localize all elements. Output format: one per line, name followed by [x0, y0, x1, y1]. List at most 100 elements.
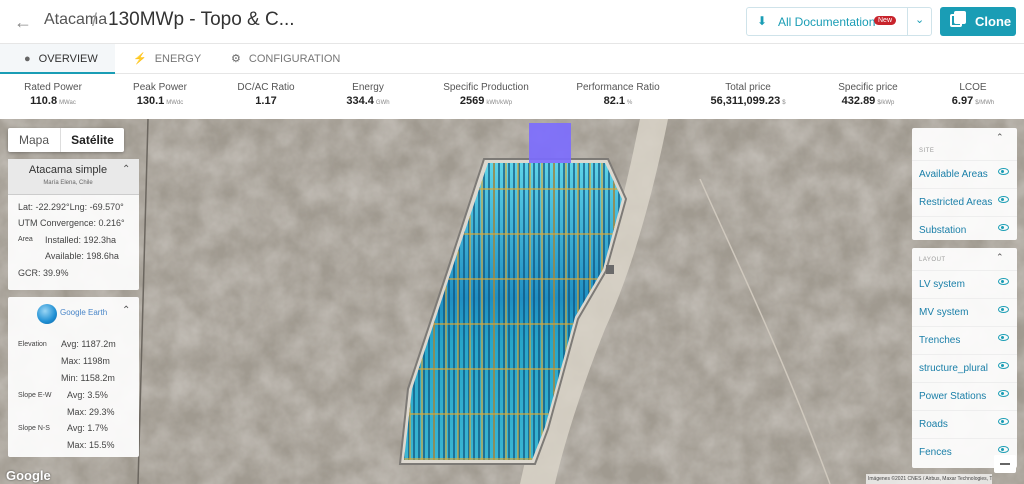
- zoom-out-button[interactable]: [994, 455, 1016, 473]
- layer-label: structure_plural: [919, 363, 988, 374]
- layer-label: LV system: [919, 279, 965, 290]
- tab-configuration[interactable]: ⚙ CONFIGURATION: [231, 44, 351, 74]
- slope-ns-max: Max: 15.5%: [67, 440, 115, 450]
- metric-unit: kWh/kWp: [486, 100, 513, 106]
- metric-unit: GWh: [375, 100, 390, 106]
- google-earth-text: Google Earth: [60, 308, 108, 317]
- layer-power-stations[interactable]: Power Stations: [912, 382, 1017, 410]
- elevation-max: Max: 1198m: [61, 356, 110, 366]
- layer-available-areas[interactable]: Available Areas: [912, 160, 1017, 188]
- metric-value: 130.1: [136, 95, 165, 107]
- google-logo: Google: [6, 468, 51, 483]
- lightning-icon: ⚡: [133, 53, 147, 65]
- metric-value: 2569: [459, 95, 485, 107]
- page-title: 130MWp - Topo & C...: [108, 9, 295, 30]
- metric-value: 432.89: [841, 95, 876, 107]
- site-layers-header: SITE: [919, 148, 935, 154]
- arrow-left-icon[interactable]: ←: [14, 12, 32, 33]
- breadcrumb-separator: /: [92, 10, 98, 30]
- available-area: Available: 198.6ha: [45, 251, 119, 261]
- metric-value: 6.97: [951, 95, 974, 107]
- layer-restricted-areas[interactable]: Restricted Areas: [912, 188, 1017, 216]
- chevron-up-icon[interactable]: ⌃: [996, 252, 1004, 263]
- eye-icon[interactable]: [998, 446, 1009, 453]
- metric-label: Total price: [725, 82, 771, 93]
- eye-icon[interactable]: [998, 168, 1009, 175]
- layer-substation[interactable]: Substation: [912, 216, 1017, 244]
- slope-ew-max: Max: 29.3%: [67, 407, 115, 417]
- tab-energy[interactable]: ⚡ ENERGY: [133, 44, 213, 74]
- metric-total-price: Total price 56,311,099.23 $: [688, 82, 808, 107]
- satellite-map[interactable]: Mapa Satélite Atacama simple María Elena…: [0, 119, 1024, 484]
- layer-label: Roads: [919, 419, 948, 430]
- chevron-up-icon[interactable]: ⌃: [996, 132, 1004, 143]
- metric-lcoe: LCOE 6.97 $/MWh: [913, 82, 1024, 107]
- all-documentation-button[interactable]: ⬇ All Documentation New ⌄: [746, 7, 932, 36]
- layer-structures[interactable]: structure_plural: [912, 354, 1017, 382]
- metric-peak-power: Peak Power 130.1 MWdc: [100, 82, 220, 107]
- divider: [907, 8, 908, 35]
- metric-label: Peak Power: [133, 82, 187, 93]
- download-icon: ⬇: [757, 14, 768, 28]
- eye-icon[interactable]: [998, 418, 1009, 425]
- metric-performance-ratio: Performance Ratio 82.1%: [558, 82, 678, 107]
- metric-specific-price: Specific price 432.89 $/kWp: [808, 82, 928, 107]
- google-earth-panel: Google Earth ⌃ Elevation Avg: 1187.2m Ma…: [8, 297, 139, 457]
- new-badge: New: [874, 16, 897, 25]
- breadcrumb-project[interactable]: Atacama: [44, 11, 107, 29]
- eye-icon[interactable]: [998, 196, 1009, 203]
- layer-label: Power Stations: [919, 391, 987, 402]
- slope-ew-label: Slope E-W: [18, 392, 52, 399]
- map-type-toggle: Mapa Satélite: [8, 128, 124, 152]
- metric-value: 1.17: [255, 95, 277, 107]
- metric-unit: $/MWh: [975, 100, 995, 106]
- chevron-up-icon[interactable]: ⌃: [122, 305, 130, 316]
- clone-button[interactable]: Clone: [940, 7, 1016, 36]
- chevron-down-icon[interactable]: ⌄: [915, 13, 924, 26]
- copy-icon-front: [954, 11, 966, 24]
- eye-icon[interactable]: [998, 334, 1009, 341]
- slope-ns-label: Slope N-S: [18, 425, 50, 432]
- layer-label: MV system: [919, 307, 969, 318]
- top-bar: ← Atacama / 130MWp - Topo & C... ⬇ All D…: [0, 0, 1024, 44]
- layer-lv-system[interactable]: LV system: [912, 270, 1017, 298]
- metric-label: Specific price: [838, 82, 898, 93]
- satellite-button[interactable]: Satélite: [60, 128, 124, 152]
- map-button[interactable]: Mapa: [8, 128, 60, 152]
- metric-value: 334.4: [346, 95, 374, 107]
- lat-lng: Lat: -22.292°Lng: -69.570°: [18, 202, 124, 212]
- elevation-min: Min: 1158.2m: [61, 373, 115, 383]
- metric-unit: MWac: [59, 100, 76, 106]
- site-info-panel: Atacama simple María Elena, Chile ⌃ Lat:…: [8, 159, 139, 290]
- site-location: María Elena, Chile: [43, 180, 93, 186]
- map-attribution[interactable]: Imágenes ©2021 CNES / Airbus, Maxar Tech…: [866, 474, 992, 484]
- elevation-avg: Avg: 1187.2m: [61, 339, 116, 349]
- metric-label: LCOE: [959, 82, 987, 93]
- tab-overview[interactable]: ● OVERVIEW: [0, 44, 115, 74]
- metric-value: 82.1: [603, 95, 626, 107]
- eye-icon[interactable]: [998, 390, 1009, 397]
- eye-icon[interactable]: [998, 224, 1009, 231]
- site-name: Atacama simple: [28, 164, 108, 176]
- site-info-header[interactable]: Atacama simple María Elena, Chile ⌃: [8, 159, 139, 195]
- metric-unit: $: [782, 100, 786, 106]
- location-pin-icon: ●: [24, 53, 31, 65]
- metric-specific-production: Specific Production 2569 kWh/kWp: [426, 82, 546, 107]
- metric-unit: MWdc: [166, 100, 184, 106]
- elevation-label: Elevation: [18, 341, 47, 348]
- substation-area: [529, 123, 571, 163]
- layer-trenches[interactable]: Trenches: [912, 326, 1017, 354]
- layer-roads[interactable]: Roads: [912, 410, 1017, 438]
- site-layers-panel: SITE ⌃ Available Areas Restricted Areas …: [912, 128, 1017, 240]
- google-earth-logo: [37, 304, 57, 324]
- slope-ns-avg: Avg: 1.7%: [67, 423, 108, 433]
- chevron-up-icon[interactable]: ⌃: [122, 164, 130, 175]
- eye-icon[interactable]: [998, 306, 1009, 313]
- layer-label: Trenches: [919, 335, 961, 346]
- tab-label: OVERVIEW: [38, 53, 98, 65]
- installed-area: Installed: 192.3ha: [45, 235, 117, 245]
- power-station: [606, 265, 614, 274]
- layer-mv-system[interactable]: MV system: [912, 298, 1017, 326]
- eye-icon[interactable]: [998, 362, 1009, 369]
- eye-icon[interactable]: [998, 278, 1009, 285]
